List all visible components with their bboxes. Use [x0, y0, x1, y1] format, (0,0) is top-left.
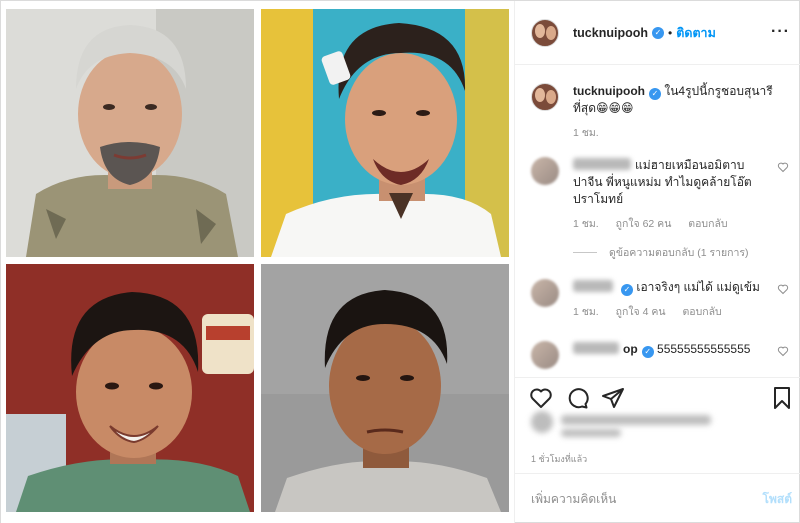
reply-button[interactable]: ตอบกลับ	[682, 306, 721, 318]
author-username[interactable]: tucknuipooh	[573, 26, 648, 40]
caption-time: 1 ชม.	[573, 127, 599, 139]
post-header: tucknuipooh ✓ • ติดตาม ···	[515, 1, 800, 65]
liker-avatar-blurred	[531, 411, 553, 433]
like-comment-heart-icon[interactable]	[777, 283, 789, 295]
commenter-username-blurred[interactable]	[573, 280, 613, 292]
verified-badge-icon: ✓	[649, 88, 661, 100]
reply-button[interactable]: ตอบกลับ	[688, 218, 727, 230]
like-comment-heart-icon[interactable]	[777, 345, 789, 357]
author-avatar[interactable]	[531, 18, 559, 47]
commenter-avatar[interactable]	[531, 157, 559, 185]
replies-divider-line	[573, 252, 597, 253]
likes-summary-blurred[interactable]	[531, 409, 731, 445]
comment-item: แม่ฮายเหมือนอมิตาบ ปาจีน พี่หนูแหม่ม ทำไ…	[531, 157, 793, 233]
post-side-panel: tucknuipooh ✓ • ติดตาม ··· tucknuipooh ✓ …	[514, 1, 800, 523]
comment-time: 1 ชม.	[573, 218, 599, 230]
comment-likes[interactable]: ถูกใจ 4 คน	[616, 306, 666, 318]
commenter-avatar[interactable]	[531, 279, 559, 307]
post-image-collage[interactable]	[1, 1, 514, 523]
like-heart-icon[interactable]	[529, 386, 553, 410]
likes-text-blurred	[561, 429, 621, 437]
post-timestamp: 1 ชั่วโมงที่แล้ว	[531, 454, 588, 464]
commenter-avatar[interactable]	[531, 341, 559, 369]
share-send-icon[interactable]	[601, 386, 625, 410]
comment-bubble-icon[interactable]	[565, 386, 589, 410]
photo-gray-haired-man	[6, 9, 254, 257]
add-comment-bar: เพิ่มความคิดเห็น โพสต์	[515, 473, 800, 523]
commenter-username-suffix[interactable]: op	[623, 342, 638, 356]
commenter-username-blurred[interactable]	[573, 342, 619, 354]
caption-avatar[interactable]	[531, 83, 559, 111]
comment-likes[interactable]: ถูกใจ 62 คน	[616, 218, 672, 230]
caption-username[interactable]: tucknuipooh	[573, 84, 645, 98]
photo-smiling-young-man	[6, 264, 254, 512]
view-replies-label: ดูข้อความตอบกลับ (1 รายการ)	[609, 247, 749, 259]
comment-item: ✓ เอาจริงๆ แม่ได้ แม่ดูเข้ม 1 ชม. ถูกใจ …	[531, 279, 793, 321]
view-replies-link[interactable]: ดูข้อความตอบกลับ (1 รายการ)	[573, 244, 749, 261]
follow-button[interactable]: ติดตาม	[676, 23, 716, 43]
comments-list[interactable]: tucknuipooh ✓ ใน4รูปนี้กรูชอบสุนารีที่สุด…	[515, 65, 800, 377]
photo-man-with-clip	[261, 9, 509, 257]
likes-text-blurred	[561, 415, 711, 425]
post-caption: tucknuipooh ✓ ใน4รูปนี้กรูชอบสุนารีที่สุด…	[531, 83, 791, 142]
add-comment-input[interactable]: เพิ่มความคิดเห็น	[531, 490, 616, 509]
commenter-username-blurred[interactable]	[573, 158, 631, 170]
post-comment-button[interactable]: โพสต์	[763, 490, 792, 509]
comment-time: 1 ชม.	[573, 306, 599, 318]
verified-badge-icon: ✓	[621, 284, 633, 296]
post-dialog: tucknuipooh ✓ • ติดตาม ··· tucknuipooh ✓ …	[0, 0, 800, 523]
comment-text: เอาจริงๆ แม่ได้ แม่ดูเข้ม	[636, 280, 760, 294]
comment-item: op ✓ 55555555555555	[531, 341, 793, 369]
header-separator: •	[668, 25, 673, 40]
more-options-icon[interactable]: ···	[771, 23, 790, 41]
comment-text: 55555555555555	[657, 342, 751, 356]
photo-serious-man	[261, 264, 509, 512]
save-bookmark-icon[interactable]	[770, 386, 794, 410]
verified-badge-icon: ✓	[641, 346, 654, 358]
like-comment-heart-icon[interactable]	[777, 161, 789, 173]
verified-badge-icon: ✓	[652, 26, 664, 39]
